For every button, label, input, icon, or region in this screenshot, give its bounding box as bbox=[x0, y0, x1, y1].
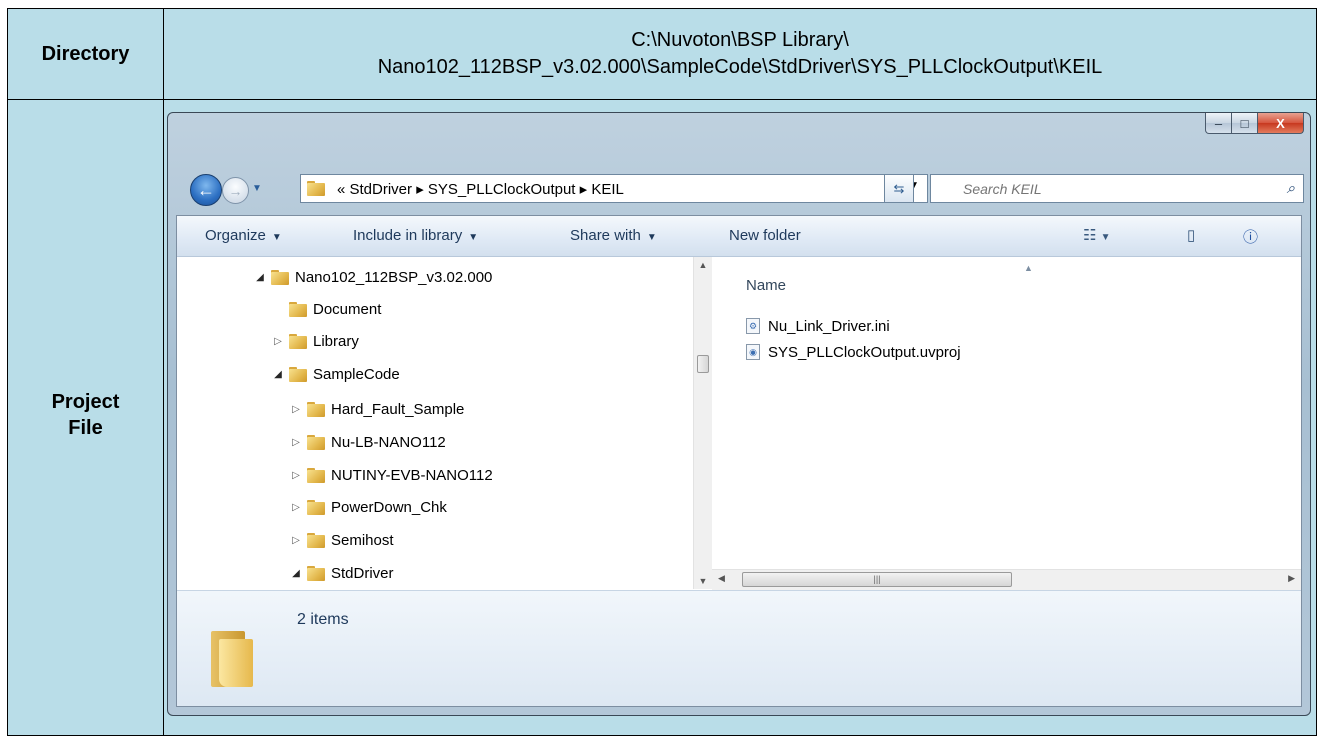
caption-buttons: – □ X bbox=[1205, 113, 1304, 135]
details-pane: 2 items bbox=[177, 590, 1301, 706]
collapse-arrow-icon[interactable]: ◢ bbox=[289, 568, 303, 579]
expand-arrow-icon[interactable]: ▷ bbox=[271, 336, 285, 347]
scroll-up-icon[interactable]: ▲ bbox=[694, 260, 712, 270]
close-icon: X bbox=[1276, 115, 1285, 131]
folder-icon bbox=[271, 269, 289, 285]
file-list: ▲ Name ⚙ Nu_Link_Driver.ini ◉ SYS_PLLClock… bbox=[712, 257, 1301, 567]
project-label-line1: Project bbox=[51, 391, 120, 413]
tree-item-semihost[interactable]: ▷ Semihost bbox=[289, 525, 393, 555]
expand-arrow-icon[interactable]: ▷ bbox=[289, 502, 303, 513]
tree-item-samplecode[interactable]: ◢ SampleCode bbox=[271, 359, 400, 389]
scrollbar-thumb[interactable]: ||| bbox=[742, 572, 1012, 587]
folder-icon bbox=[307, 434, 325, 450]
maximize-button[interactable]: □ bbox=[1232, 113, 1258, 134]
scrollbar-thumb[interactable] bbox=[697, 355, 709, 373]
help-icon: ⓘ bbox=[1243, 229, 1259, 246]
details-view-icon: ☷ bbox=[1083, 227, 1097, 244]
chevron-down-icon: ▼ bbox=[1100, 232, 1111, 243]
table-divider-vertical bbox=[163, 9, 164, 735]
expand-arrow-icon[interactable]: ▷ bbox=[289, 437, 303, 448]
arrow-right-icon: → bbox=[228, 182, 243, 199]
folder-icon bbox=[307, 499, 325, 515]
tree-item-nano102[interactable]: ◢ Nano102_112BSP_v3.02.000 bbox=[253, 262, 492, 292]
folder-icon bbox=[307, 565, 325, 581]
sort-ascending-icon: ▲ bbox=[1024, 263, 1033, 273]
expand-arrow-icon[interactable]: ▷ bbox=[289, 404, 303, 415]
collapse-arrow-icon[interactable]: ◢ bbox=[253, 272, 267, 283]
maximize-icon: □ bbox=[1240, 115, 1249, 131]
navigation-pane: ◢ Nano102_112BSP_v3.02.000 Document ▷ Libr… bbox=[177, 257, 693, 589]
new-folder-button[interactable]: New folder bbox=[729, 227, 801, 244]
folder-icon bbox=[307, 181, 325, 196]
folder-icon bbox=[307, 401, 325, 417]
scroll-right-icon[interactable]: ▶ bbox=[1288, 573, 1295, 584]
chevron-down-icon: ▼ bbox=[646, 232, 657, 243]
tree-item-nutiny-evb-nano112[interactable]: ▷ NUTINY-EVB-NANO112 bbox=[289, 460, 493, 490]
change-view-button[interactable]: ☷ ▼ bbox=[1083, 226, 1111, 244]
arrow-left-icon: ← bbox=[197, 179, 215, 200]
directory-path: C:\Nuvoton\BSP Library\ Nano102_112BSP_v… bbox=[164, 27, 1316, 81]
minimize-icon: – bbox=[1214, 115, 1223, 131]
include-in-library-button[interactable]: Include in library ▼ bbox=[353, 227, 478, 244]
help-button[interactable]: ⓘ bbox=[1243, 226, 1258, 247]
command-bar: Organize ▼ Include in library ▼ Share with… bbox=[177, 216, 1301, 257]
refresh-button[interactable]: ⇆ bbox=[884, 174, 914, 203]
share-with-button[interactable]: Share with ▼ bbox=[570, 227, 657, 244]
chevron-down-icon: ▼ bbox=[468, 232, 479, 243]
navigation-scrollbar[interactable]: ▲ ▼ bbox=[693, 257, 712, 589]
folder-icon bbox=[211, 631, 253, 687]
address-breadcrumb: « StdDriver ▸ SYS_PLLClockOutput ▸ KEIL bbox=[337, 180, 624, 198]
project-file-label: Project File bbox=[8, 389, 163, 441]
back-button[interactable]: ← bbox=[190, 174, 222, 206]
expand-arrow-icon[interactable]: ▷ bbox=[289, 535, 303, 546]
directory-path-line1: C:\Nuvoton\BSP Library\ bbox=[631, 29, 849, 51]
collapse-arrow-icon[interactable]: ◢ bbox=[271, 369, 285, 380]
minimize-button[interactable]: – bbox=[1205, 113, 1232, 134]
items-count: 2 items bbox=[297, 611, 349, 628]
tree-item-stddriver[interactable]: ◢ StdDriver bbox=[289, 558, 393, 588]
refresh-icon: ⇆ bbox=[893, 180, 905, 196]
directory-label: Directory bbox=[41, 43, 130, 65]
ini-file-icon: ⚙ bbox=[746, 318, 760, 334]
address-bar[interactable]: « StdDriver ▸ SYS_PLLClockOutput ▸ KEIL … bbox=[300, 174, 928, 203]
explorer-window: – □ X ← → ▼ « StdDriver ▸ SYS_PLLClockOu… bbox=[167, 112, 1311, 716]
tree-item-library[interactable]: ▷ Library bbox=[271, 326, 359, 356]
file-item-nu-link-driver[interactable]: ⚙ Nu_Link_Driver.ini bbox=[746, 313, 890, 339]
search-input[interactable] bbox=[961, 180, 1265, 198]
preview-pane-button[interactable]: ▯ bbox=[1187, 226, 1195, 244]
directory-path-line2: Nano102_112BSP_v3.02.000\SampleCode\StdD… bbox=[377, 56, 1103, 78]
scroll-left-icon[interactable]: ◀ bbox=[718, 573, 725, 584]
search-box[interactable]: ⌕ bbox=[930, 174, 1304, 203]
explorer-content: Organize ▼ Include in library ▼ Share with… bbox=[176, 215, 1302, 707]
tree-item-nu-lb-nano112[interactable]: ▷ Nu-LB-NANO112 bbox=[289, 427, 446, 457]
tree-item-hard-fault-sample[interactable]: ▷ Hard_Fault_Sample bbox=[289, 394, 464, 424]
folder-icon bbox=[307, 532, 325, 548]
close-button[interactable]: X bbox=[1258, 113, 1304, 134]
uvproj-file-icon: ◉ bbox=[746, 344, 760, 360]
tree-item-powerdown-chk[interactable]: ▷ PowerDown_Chk bbox=[289, 492, 447, 522]
forward-button[interactable]: → bbox=[222, 177, 249, 204]
folder-icon bbox=[307, 467, 325, 483]
column-header-name[interactable]: Name bbox=[746, 277, 786, 294]
chevron-down-icon: ▼ bbox=[252, 183, 262, 194]
file-item-uvproj[interactable]: ◉ SYS_PLLClockOutput.uvproj bbox=[746, 339, 961, 365]
chevron-down-icon: ▼ bbox=[271, 232, 282, 243]
project-label-line2: File bbox=[68, 417, 103, 439]
organize-button[interactable]: Organize ▼ bbox=[205, 227, 282, 244]
table-divider-horizontal bbox=[8, 99, 1316, 100]
tree-item-document[interactable]: Document bbox=[271, 294, 381, 324]
scroll-down-icon[interactable]: ▼ bbox=[694, 576, 712, 586]
folder-icon bbox=[289, 301, 307, 317]
file-list-scrollbar[interactable]: ◀ ||| ▶ bbox=[712, 569, 1301, 590]
expand-arrow-icon[interactable]: ▷ bbox=[289, 470, 303, 481]
search-icon[interactable]: ⌕ bbox=[1287, 180, 1295, 197]
preview-pane-icon: ▯ bbox=[1187, 227, 1196, 244]
folder-icon bbox=[289, 333, 307, 349]
folder-icon bbox=[289, 366, 307, 382]
recent-pages-button[interactable]: ▼ bbox=[252, 183, 262, 194]
